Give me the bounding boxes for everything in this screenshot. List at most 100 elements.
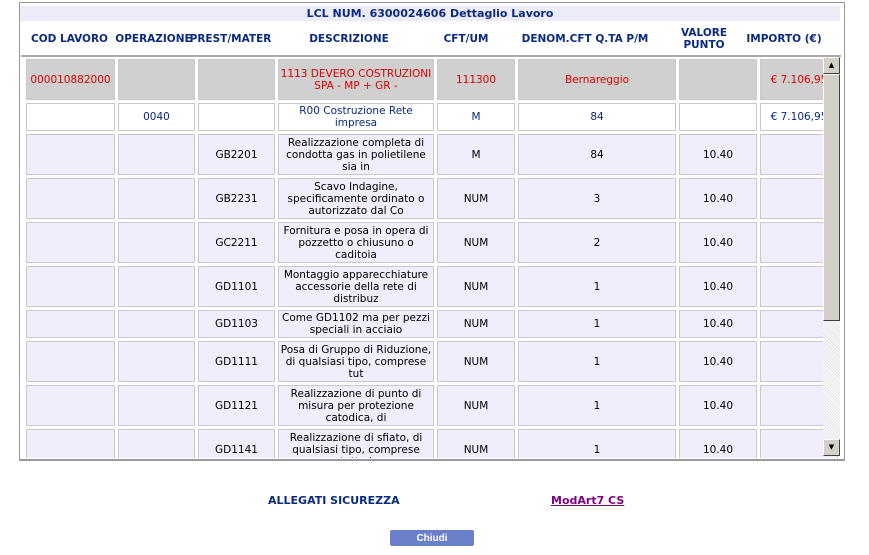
table-cell bbox=[26, 341, 115, 382]
table-cell: 10.40 bbox=[679, 385, 757, 426]
table-cell: GB2231 bbox=[198, 178, 275, 219]
table-cell: NUM bbox=[437, 429, 515, 458]
table-cell bbox=[118, 266, 195, 307]
table-cell: GD1121 bbox=[198, 385, 275, 426]
table-cell bbox=[118, 222, 195, 263]
table-row: 000010882000 1113 DEVERO COSTRUZIONI SPA … bbox=[26, 59, 838, 100]
table-cell: Come GD1102 ma per pezzi speciali in acc… bbox=[278, 310, 434, 338]
close-button[interactable]: Chiudi bbox=[390, 530, 474, 546]
table-cell bbox=[118, 429, 195, 458]
table-cell bbox=[26, 134, 115, 175]
panel-title: LCL NUM. 6300024606 Dettaglio Lavoro bbox=[20, 6, 840, 21]
table-cell: 84 bbox=[518, 134, 676, 175]
table-cell: Fornitura e posa in opera di pozzetto o … bbox=[278, 222, 434, 263]
table-row: GD1111 Posa di Gruppo di Riduzione, di qu… bbox=[26, 341, 838, 382]
table-cell bbox=[26, 103, 115, 131]
table-row: GB2201 Realizzazione completa di condotta… bbox=[26, 134, 838, 175]
table-cell bbox=[26, 385, 115, 426]
table-cell: M bbox=[437, 103, 515, 131]
column-header: CFT/UM bbox=[443, 33, 489, 45]
table-cell: Realizzazione completa di condotta gas i… bbox=[278, 134, 434, 175]
table-row: GD1141 Realizzazione di sfiato, di qualsi… bbox=[26, 429, 838, 458]
table-cell bbox=[198, 103, 275, 131]
table-cell: 10.40 bbox=[679, 341, 757, 382]
table-cell: 1 bbox=[518, 385, 676, 426]
table-cell bbox=[679, 103, 757, 131]
table-cell: 000010882000 bbox=[26, 59, 115, 100]
table-cell: 1 bbox=[518, 429, 676, 458]
table-cell bbox=[118, 385, 195, 426]
table-cell bbox=[118, 341, 195, 382]
column-header: PREST/MATER bbox=[189, 33, 272, 45]
table-row: GB2231 Scavo Indagine, specificamente ord… bbox=[26, 178, 838, 219]
table-scroll-area: 000010882000 1113 DEVERO COSTRUZIONI SPA … bbox=[21, 55, 841, 458]
table-cell: NUM bbox=[437, 385, 515, 426]
table-row: GD1121 Realizzazione di punto di misura p… bbox=[26, 385, 838, 426]
table-cell: 10.40 bbox=[679, 266, 757, 307]
table-cell: NUM bbox=[437, 222, 515, 263]
column-header: DENOM.CFT Q.TA P/M bbox=[521, 33, 649, 45]
table-cell: Montaggio apparecchiature accessorie del… bbox=[278, 266, 434, 307]
table-row: GD1103 Come GD1102 ma per pezzi speciali … bbox=[26, 310, 838, 338]
table-cell: Posa di Gruppo di Riduzione, di qualsias… bbox=[278, 341, 434, 382]
table-cell bbox=[118, 178, 195, 219]
allegati-sicurezza-label: ALLEGATI SICUREZZA bbox=[268, 494, 400, 507]
table-cell bbox=[26, 429, 115, 458]
table-cell: R00 Costruzione Rete impresa bbox=[278, 103, 434, 131]
table-cell: GD1111 bbox=[198, 341, 275, 382]
table-cell: GD1103 bbox=[198, 310, 275, 338]
table-cell: NUM bbox=[437, 310, 515, 338]
table-header: COD LAVORO OPERAZIONE PREST/MATER DESCRIZIO… bbox=[20, 22, 825, 56]
table-cell: GC2211 bbox=[198, 222, 275, 263]
table-cell: 10.40 bbox=[679, 134, 757, 175]
table-cell: 111300 bbox=[437, 59, 515, 100]
table-cell: Realizzazione di punto di misura per pro… bbox=[278, 385, 434, 426]
table-cell bbox=[118, 59, 195, 100]
table-cell: Realizzazione di sfiato, di qualsiasi ti… bbox=[278, 429, 434, 458]
table-cell bbox=[26, 310, 115, 338]
table-cell: GB2201 bbox=[198, 134, 275, 175]
column-header: DESCRIZIONE bbox=[309, 33, 389, 45]
column-header: OPERAZIONE bbox=[115, 33, 192, 45]
table-cell: GD1141 bbox=[198, 429, 275, 458]
table-cell: NUM bbox=[437, 266, 515, 307]
detail-table: 000010882000 1113 DEVERO COSTRUZIONI SPA … bbox=[23, 57, 841, 458]
table-cell bbox=[118, 134, 195, 175]
table-cell: 1113 DEVERO COSTRUZIONI SPA - MP + GR - bbox=[278, 59, 434, 100]
table-cell bbox=[26, 266, 115, 307]
table-cell: 10.40 bbox=[679, 429, 757, 458]
column-header: COD LAVORO bbox=[31, 33, 108, 45]
table-cell: 3 bbox=[518, 178, 676, 219]
table-cell bbox=[26, 222, 115, 263]
table-cell: 1 bbox=[518, 310, 676, 338]
table-row: GD1101 Montaggio apparecchiature accessor… bbox=[26, 266, 838, 307]
scroll-down-icon[interactable]: ▼ bbox=[823, 439, 840, 456]
table-cell: 10.40 bbox=[679, 178, 757, 219]
table-cell: NUM bbox=[437, 341, 515, 382]
table-cell bbox=[26, 178, 115, 219]
table-cell bbox=[118, 310, 195, 338]
table-cell: 84 bbox=[518, 103, 676, 131]
scroll-thumb[interactable] bbox=[823, 74, 840, 321]
modart7-link[interactable]: ModArt7 CS bbox=[551, 494, 624, 507]
table-cell: Bernareggio bbox=[518, 59, 676, 100]
table-cell: 2 bbox=[518, 222, 676, 263]
table-cell: Scavo Indagine, specificamente ordinato … bbox=[278, 178, 434, 219]
table-cell bbox=[198, 59, 275, 100]
vertical-scrollbar[interactable]: ▲ ▼ bbox=[823, 57, 840, 456]
detail-panel: LCL NUM. 6300024606 Dettaglio Lavoro COD… bbox=[19, 2, 845, 461]
table-cell: M bbox=[437, 134, 515, 175]
table-cell: 10.40 bbox=[679, 222, 757, 263]
table-cell: 10.40 bbox=[679, 310, 757, 338]
table-cell bbox=[679, 59, 757, 100]
column-header: VALORE PUNTO bbox=[680, 27, 728, 51]
table-cell: 1 bbox=[518, 341, 676, 382]
table-row: 0040 R00 Costruzione Rete impresa M 84 € 7.1… bbox=[26, 103, 838, 131]
table-cell: 1 bbox=[518, 266, 676, 307]
table-cell: GD1101 bbox=[198, 266, 275, 307]
table-row: GC2211 Fornitura e posa in opera di pozze… bbox=[26, 222, 838, 263]
column-header: IMPORTO (€) bbox=[746, 33, 822, 45]
table-cell: NUM bbox=[437, 178, 515, 219]
table-cell: 0040 bbox=[118, 103, 195, 131]
scroll-up-icon[interactable]: ▲ bbox=[823, 57, 840, 74]
